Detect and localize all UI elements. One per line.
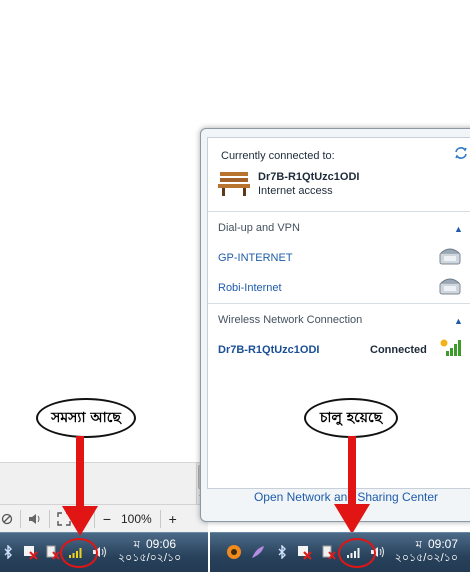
dialup-section-title: Dial-up and VPN bbox=[218, 222, 300, 234]
current-network-name: Dr7B-R1QtUzc1ODI bbox=[258, 171, 360, 183]
status-zoom-bar: − 100% + bbox=[0, 504, 208, 533]
wireless-network-name[interactable]: Dr7B-R1QtUzc1ODI bbox=[218, 344, 319, 356]
modem-phone-icon bbox=[438, 276, 462, 301]
modem-phone-icon bbox=[438, 246, 462, 271]
clock-date: ২০১৫/০২/১০ bbox=[394, 552, 458, 564]
divider bbox=[20, 510, 21, 528]
network-popup: Currently connected to: Dr7B-R1QtUzc1ODI… bbox=[200, 128, 470, 522]
power-icon[interactable] bbox=[44, 544, 60, 560]
zoom-in-button[interactable]: + bbox=[167, 511, 179, 527]
clock-ampm: ম bbox=[133, 539, 140, 551]
wireless-network-status: Connected bbox=[370, 344, 427, 356]
annotation-arrow-shaft bbox=[76, 436, 84, 512]
zoom-level: 100% bbox=[121, 512, 152, 526]
current-connection-header: Currently connected to: bbox=[221, 150, 335, 162]
refresh-icon[interactable] bbox=[454, 146, 468, 165]
signal-bars-icon bbox=[440, 337, 464, 362]
collapse-dialup-icon[interactable]: ▲ bbox=[454, 224, 463, 234]
app-orange-icon[interactable] bbox=[226, 544, 242, 560]
wireless-section-title: Wireless Network Connection bbox=[218, 314, 363, 326]
zoom-out-button[interactable]: − bbox=[101, 511, 113, 527]
dialup-item-label[interactable]: GP-INTERNET bbox=[218, 252, 293, 264]
clock-time: 09:07 bbox=[427, 537, 458, 551]
taskbar-clock[interactable]: ম 09:07 ২০১৫/০২/১০ bbox=[394, 538, 458, 565]
collapse-wireless-icon[interactable]: ▲ bbox=[454, 316, 463, 326]
highlight-circle bbox=[60, 538, 98, 568]
divider bbox=[208, 211, 470, 212]
annotation-arrow-head bbox=[62, 506, 98, 536]
current-network-status: Internet access bbox=[258, 185, 333, 197]
document-area-scroll: ▼ bbox=[0, 462, 208, 505]
annotation-problem-text: সমস্যা আছে bbox=[51, 410, 121, 426]
clock-ampm: ম bbox=[415, 539, 422, 551]
divider bbox=[208, 303, 470, 304]
divider bbox=[49, 510, 50, 528]
flag-icon[interactable] bbox=[22, 544, 38, 560]
bench-icon bbox=[218, 170, 250, 201]
restrict-icon[interactable] bbox=[0, 513, 14, 525]
taskbar-clock[interactable]: ম 09:06 ২০১৫/০২/১০ bbox=[118, 537, 182, 565]
bluetooth-icon[interactable] bbox=[0, 544, 16, 560]
open-network-sharing-center-link[interactable]: Open Network and Sharing Center bbox=[201, 490, 470, 504]
annotation-fixed-bubble: চালু হয়েছে bbox=[304, 398, 398, 438]
dialup-item-label[interactable]: Robi-Internet bbox=[218, 282, 282, 294]
highlight-circle bbox=[338, 538, 376, 568]
sound-icon[interactable] bbox=[27, 513, 43, 525]
annotation-problem-bubble: সমস্যা আছে bbox=[36, 398, 136, 438]
power-icon[interactable] bbox=[320, 544, 336, 560]
annotation-fixed-text: চালু হয়েছে bbox=[319, 410, 383, 426]
divider bbox=[159, 510, 161, 528]
clock-time: 09:06 bbox=[145, 537, 176, 551]
clock-date: ২০১৫/০২/১০ bbox=[118, 552, 182, 564]
flag-icon[interactable] bbox=[296, 544, 312, 560]
annotation-arrow-head bbox=[334, 504, 370, 534]
feather-icon[interactable] bbox=[250, 544, 266, 560]
bluetooth-icon[interactable] bbox=[274, 544, 290, 560]
taskbar-left: ম 09:06 ২০১৫/০২/১০ bbox=[0, 532, 208, 572]
annotation-arrow-shaft bbox=[348, 436, 356, 510]
